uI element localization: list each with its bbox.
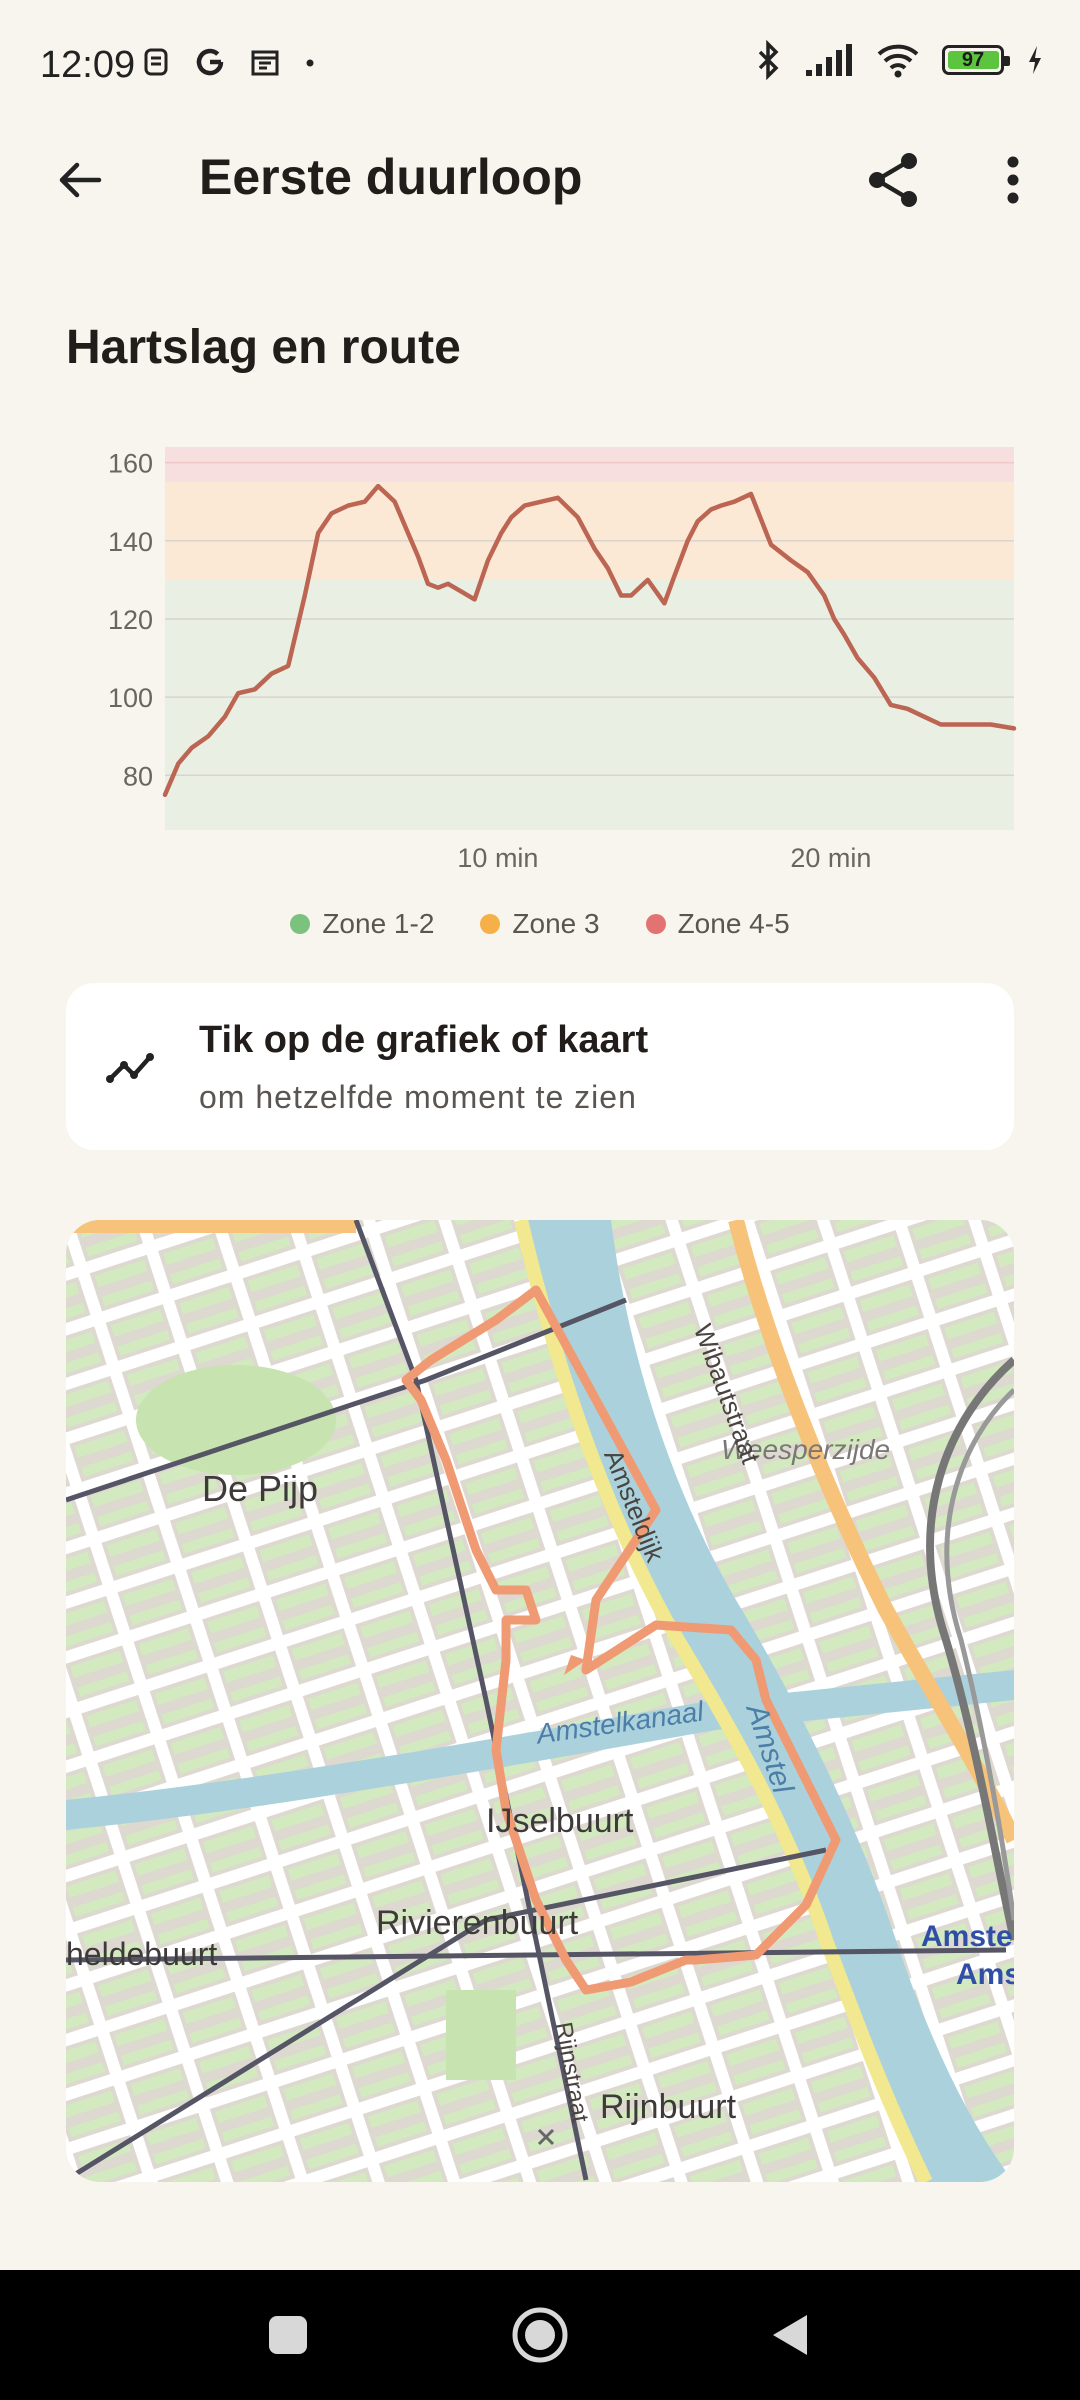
status-time: 12:09 — [40, 44, 136, 86]
wifi-icon — [877, 44, 919, 78]
heart-rate-chart-svg[interactable]: 80 100 120 140 160 10 min 20 min — [0, 430, 1080, 880]
map-label-heldebuurt: heldebuurt — [66, 1936, 218, 1972]
battery-cap — [1004, 56, 1010, 66]
back-button[interactable] — [36, 130, 122, 230]
legend-item-zone-4-5: Zone 4-5 — [645, 908, 790, 940]
chart-x-tick-label: 10 min — [457, 843, 538, 873]
map-park — [446, 1990, 516, 2080]
legend-label-zone-3: Zone 3 — [512, 908, 600, 939]
status-right-icons: 97 — [756, 40, 1044, 80]
google-icon — [196, 48, 224, 76]
hint-card: Tik op de grafiek of kaart om hetzelfde … — [66, 983, 1014, 1150]
recent-apps-button[interactable] — [228, 2270, 348, 2400]
status-bar: 12:09 97 — [0, 0, 1080, 130]
route-map[interactable]: De Pijp Weesperzijde Wibautstraat Amstel… — [66, 1220, 1014, 2182]
legend-label-zone-1-2: Zone 1-2 — [322, 908, 435, 939]
legend-label-zone-4-5: Zone 4-5 — [677, 908, 790, 939]
legend-item-zone-3: Zone 3 — [480, 908, 600, 940]
signal-icon — [806, 44, 852, 76]
more-vertical-icon — [1007, 156, 1019, 204]
bluetooth-icon — [758, 40, 779, 80]
dot-icon — [306, 59, 314, 67]
chart-y-tick-label: 160 — [108, 449, 153, 479]
hint-title: Tik op de grafiek of kaart — [199, 1019, 649, 1061]
charging-icon — [1029, 46, 1041, 74]
heart-rate-chart[interactable]: 80 100 120 140 160 10 min 20 min — [0, 430, 1080, 880]
page-title: Eerste duurloop — [199, 149, 583, 205]
status-left-icons — [142, 46, 316, 78]
map-label-ijselbuurt: IJselbuurt — [486, 1802, 634, 1840]
system-nav-bar — [0, 2270, 1080, 2400]
legend-item-zone-1-2: Zone 1-2 — [290, 908, 434, 940]
map-label-rivierenbuurt: Rivierenbuurt — [376, 1904, 579, 1942]
legend-dot-zone-3 — [480, 914, 501, 934]
map-label-ams: Ams — [956, 1958, 1014, 1991]
hint-subtitle: om hetzelfde moment te zien — [199, 1079, 637, 1115]
map-label-rijnbuurt: Rijnbuurt — [600, 2088, 737, 2126]
legend-dot-zone-1-2 — [290, 914, 311, 934]
home-button[interactable] — [480, 2270, 600, 2400]
share-button[interactable] — [850, 130, 936, 230]
map-label-amste: Amste — [921, 1920, 1013, 1953]
arrow-back-icon — [59, 162, 102, 198]
battery-icon: 97 — [942, 45, 1010, 75]
chart-legend: Zone 1-2 Zone 3 Zone 4-5 — [0, 908, 1080, 940]
map-label-de-pijp: De Pijp — [202, 1468, 319, 1509]
circle-home-icon — [512, 2307, 568, 2363]
more-options-button[interactable] — [970, 130, 1056, 230]
chart-zone-band-1 — [165, 579, 1014, 830]
section-title: Hartslag en route — [66, 321, 461, 374]
chart-y-tick-label: 80 — [123, 761, 153, 791]
legend-dot-zone-4-5 — [645, 914, 666, 934]
share-icon — [869, 153, 917, 207]
chart-y-tick-label: 100 — [108, 683, 153, 713]
chart-y-tick-label: 140 — [108, 527, 153, 557]
triangle-back-icon — [773, 2315, 807, 2355]
chart-x-tick-label: 20 min — [790, 843, 871, 873]
battery-level: 97 — [961, 49, 985, 71]
sim-icon — [144, 48, 168, 76]
chart-zone-band-2 — [165, 482, 1014, 580]
chart-zone-band-3 — [165, 447, 1014, 483]
chart-y-tick-label: 120 — [108, 605, 153, 635]
calendar-icon — [251, 50, 279, 76]
trend-line-icon — [106, 1053, 154, 1083]
square-recent-icon — [269, 2316, 307, 2354]
system-back-button[interactable] — [730, 2270, 850, 2400]
map-canvas[interactable] — [66, 1220, 1014, 2182]
